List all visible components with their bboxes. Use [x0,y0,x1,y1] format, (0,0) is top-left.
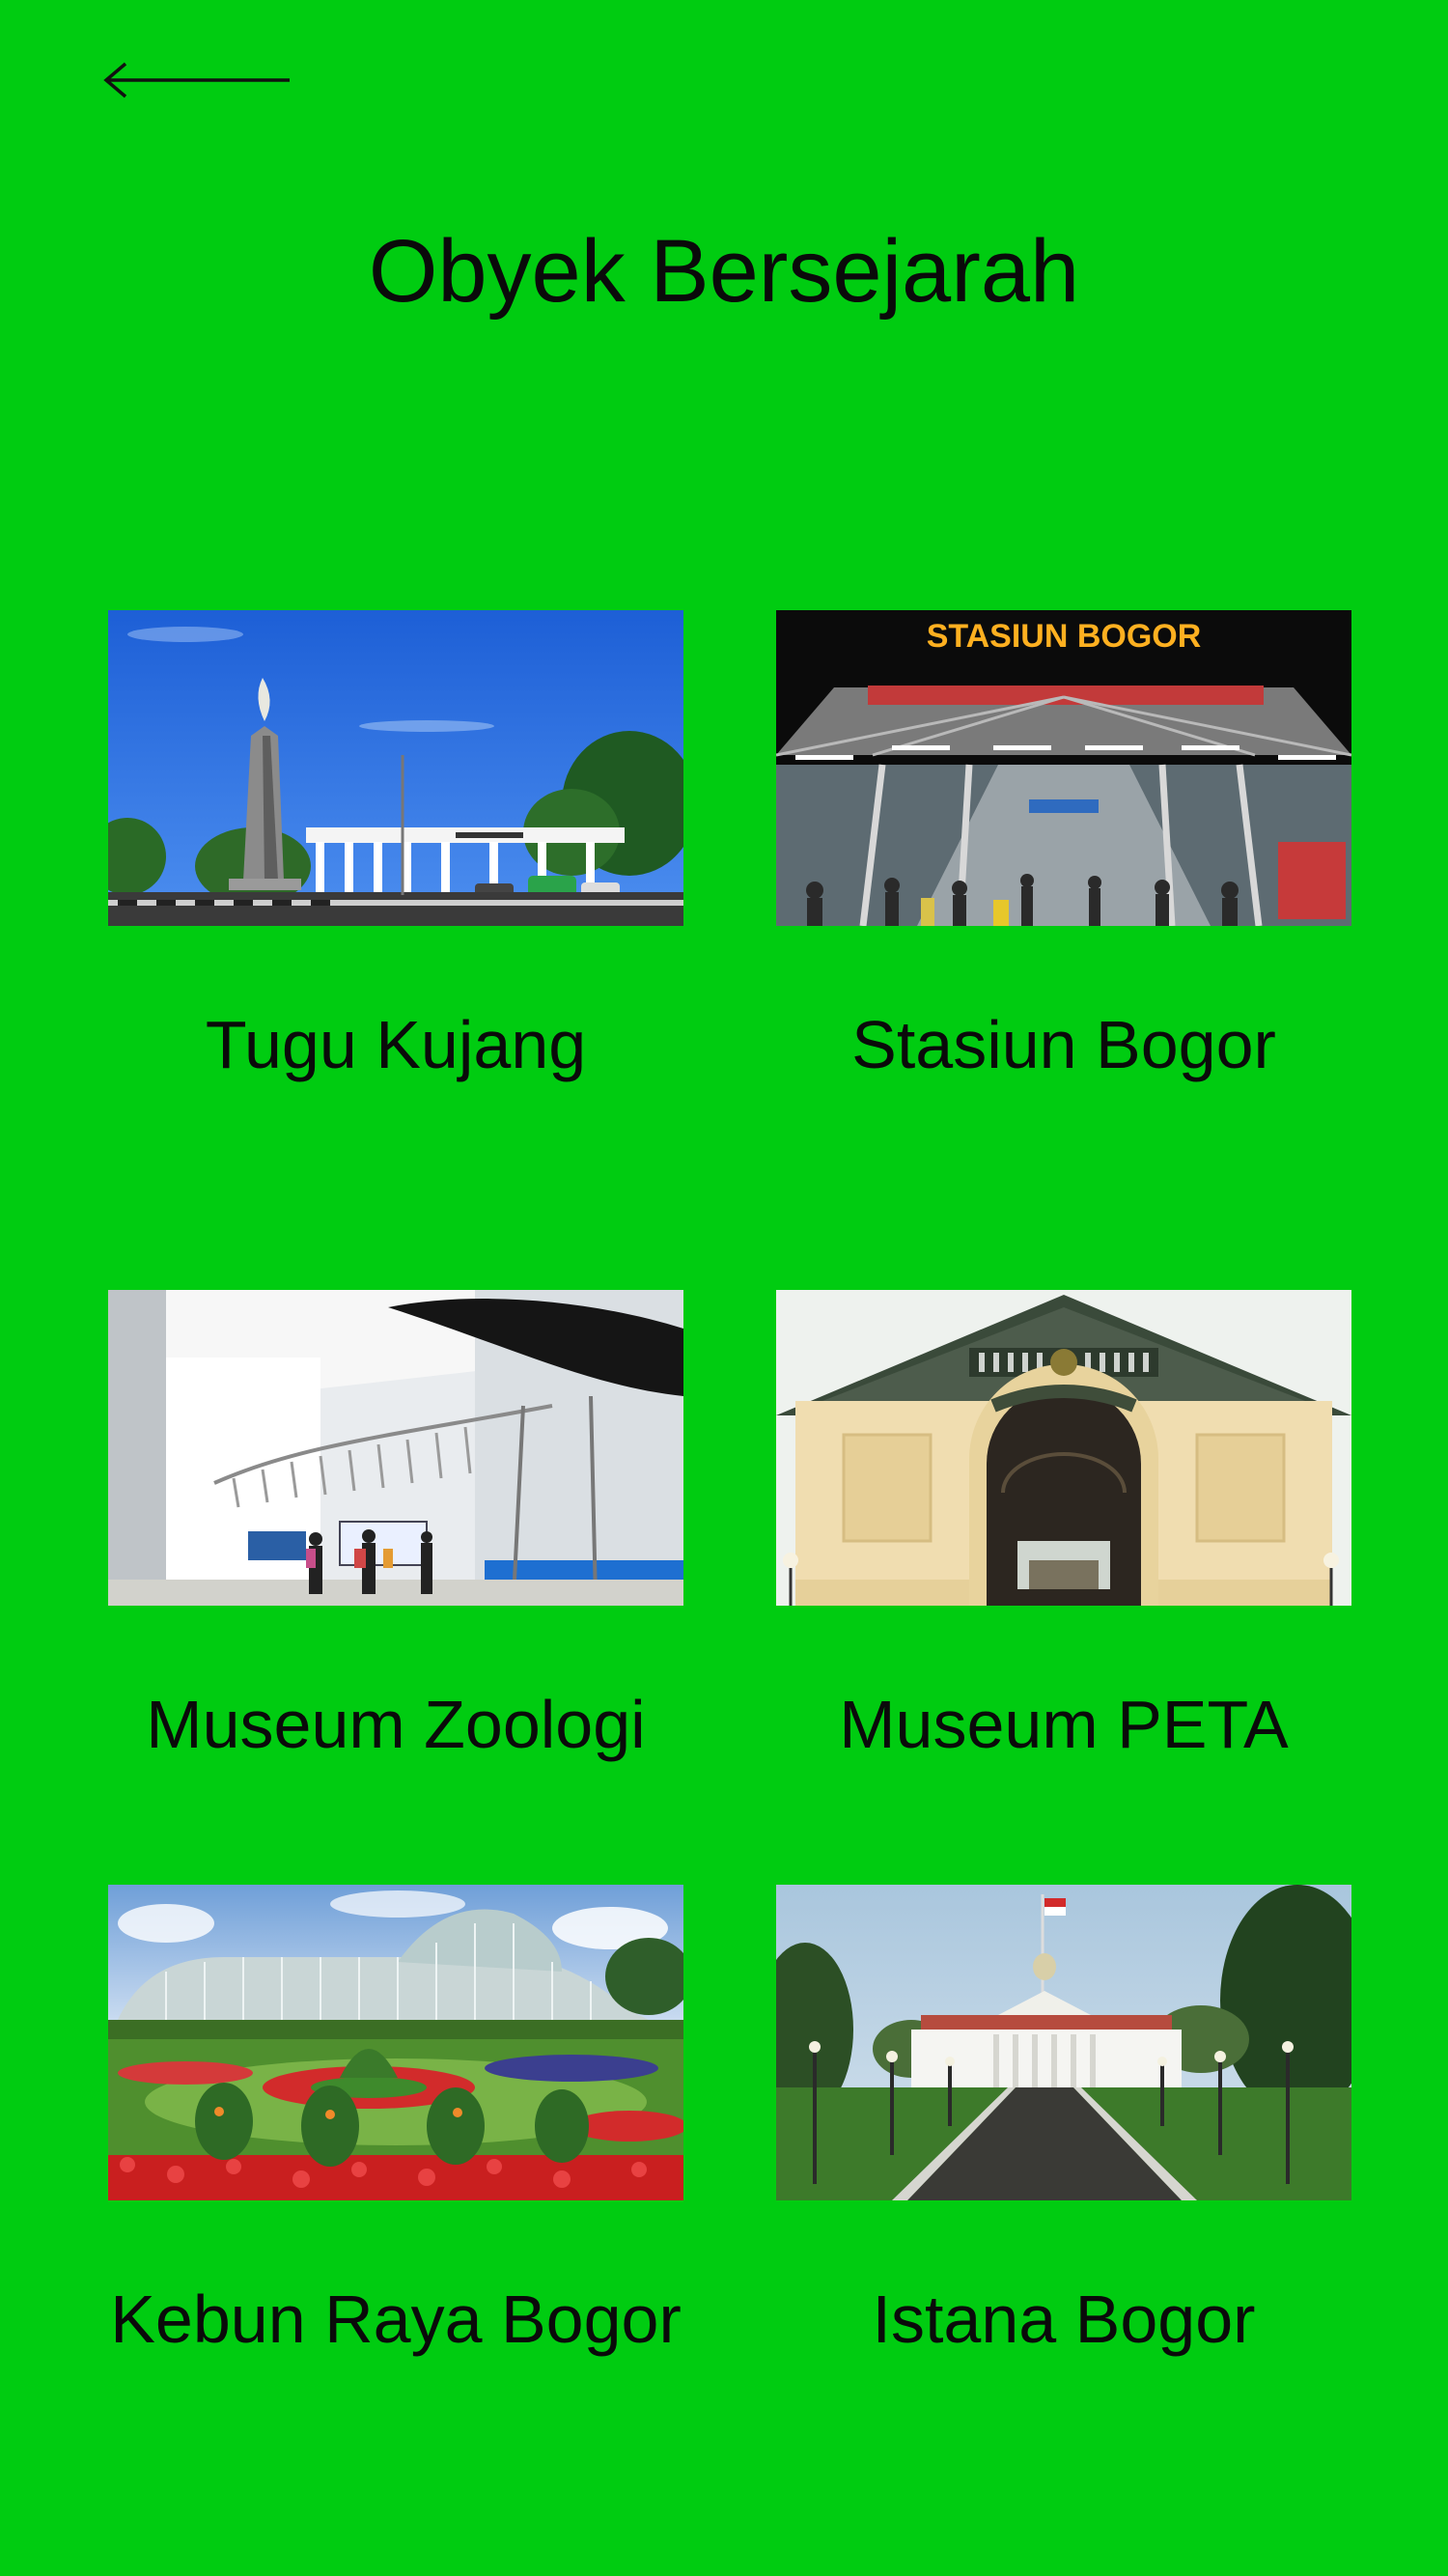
place-name: Stasiun Bogor [851,1007,1276,1082]
istana-bogor-photo [776,1885,1351,2200]
place-card-stasiun-bogor[interactable]: STASIUN BOGOR Stasiun Bogor [776,610,1351,1082]
page-title: Obyek Bersejarah [368,222,1080,321]
tugu-kujang-photo [108,610,683,926]
place-name: Istana Bogor [872,2282,1256,2357]
museum-peta-photo [776,1290,1351,1606]
back-button[interactable] [97,56,299,104]
kebun-raya-bogor-photo [108,1885,683,2200]
place-card-istana-bogor[interactable]: Istana Bogor [776,1885,1351,2357]
place-card-tugu-kujang[interactable]: Tugu Kujang [108,610,683,1082]
arrow-left-icon [103,62,290,98]
place-card-museum-peta[interactable]: Museum PETA [776,1290,1351,1762]
station-sign: STASIUN BOGOR [927,618,1202,655]
place-name: Tugu Kujang [205,1007,587,1082]
place-name: Museum PETA [839,1687,1289,1762]
place-name: Museum Zoologi [146,1687,646,1762]
place-name: Kebun Raya Bogor [110,2282,682,2357]
place-card-museum-zoologi[interactable]: Museum Zoologi [108,1290,683,1762]
place-card-kebun-raya-bogor[interactable]: Kebun Raya Bogor [108,1885,683,2357]
museum-zoologi-photo [108,1290,683,1606]
stasiun-bogor-photo: STASIUN BOGOR [776,610,1351,926]
